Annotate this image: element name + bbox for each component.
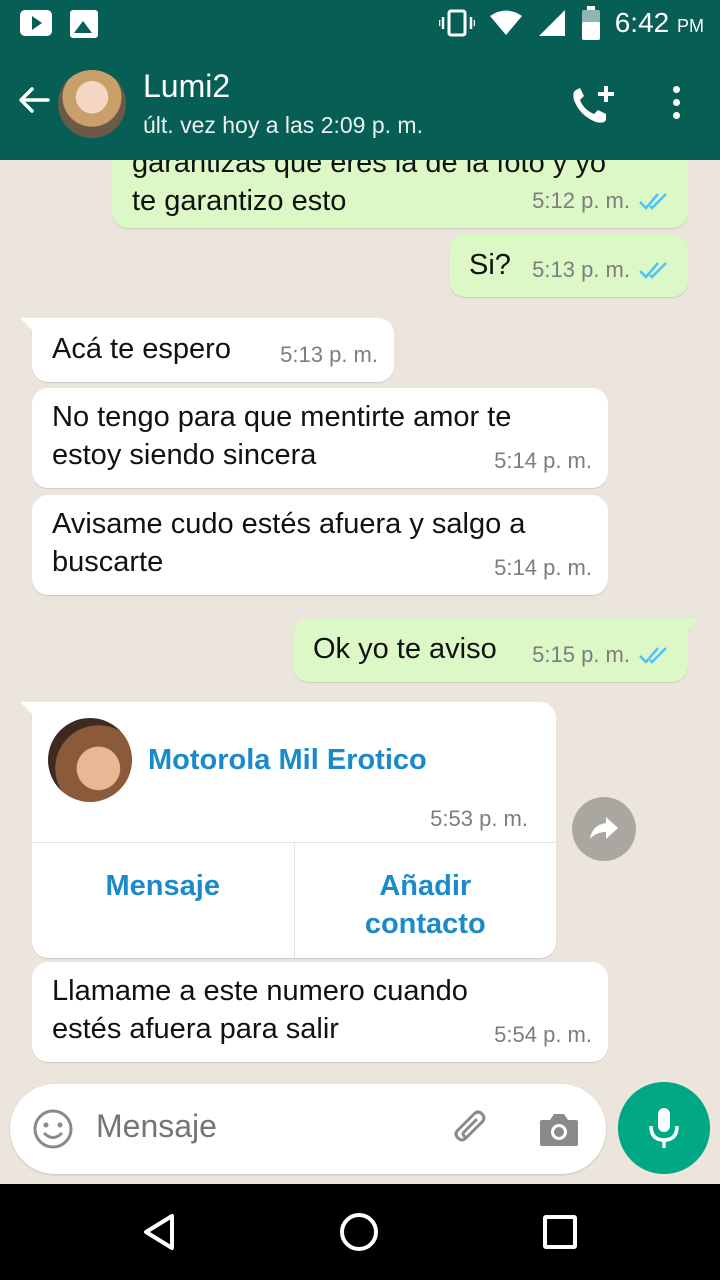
add-contact-label: Añadir <box>379 870 472 902</box>
contact-avatar[interactable] <box>58 70 126 138</box>
message-text: Acá te espero <box>52 333 231 365</box>
message-meta: 5:14 p. m. <box>494 442 592 480</box>
message-composer <box>10 1084 606 1174</box>
wifi-icon <box>489 10 522 35</box>
emoji-icon[interactable] <box>32 1108 74 1150</box>
message-text: Si? <box>469 249 511 281</box>
read-ticks-icon <box>639 262 667 279</box>
message-text-line: Avisame cudo estés afuera y salgo a <box>52 508 526 540</box>
notification-icons <box>20 10 98 38</box>
system-icons: 6:42 PM <box>438 6 704 40</box>
message-time: 5:12 p. m. <box>532 188 630 213</box>
attach-icon[interactable] <box>450 1108 494 1152</box>
incoming-message[interactable]: Acá te espero 5:13 p. m. <box>20 318 394 382</box>
message-meta: 5:15 p. m. <box>532 636 672 674</box>
message-text-line: estoy siendo sincera <box>52 439 317 471</box>
incoming-message[interactable]: Avisame cudo estés afuera y salgo a busc… <box>32 495 608 595</box>
message-time: 5:54 p. m. <box>494 1022 592 1047</box>
add-call-icon[interactable] <box>568 84 616 128</box>
message-meta: 5:13 p. m. <box>280 336 378 374</box>
nav-recents-icon[interactable] <box>543 1215 577 1249</box>
contact-card-actions: Mensaje Añadir contacto <box>32 842 556 958</box>
message-meta: 5:12 p. m. <box>532 182 672 220</box>
message-list[interactable]: garantizas que eres la de la foto y yo t… <box>0 160 720 1080</box>
incoming-message[interactable]: Llamame a este numero cuando estés afuer… <box>32 962 608 1062</box>
read-ticks-icon <box>639 193 667 210</box>
last-seen-status: últ. vez hoy a las 2:09 p. m. <box>143 112 423 138</box>
signal-icon <box>538 10 565 36</box>
message-meta: 5:13 p. m. <box>532 251 672 289</box>
more-vert-icon[interactable] <box>662 86 690 126</box>
shared-contact-name[interactable]: Motorola Mil Erotico <box>148 744 427 777</box>
message-text-line: estés afuera para salir <box>52 1013 339 1045</box>
add-contact-label: contacto <box>364 908 486 940</box>
outgoing-message[interactable]: garantizas que eres la de la foto y yo t… <box>112 160 688 228</box>
gallery-icon <box>70 10 98 38</box>
message-time: 5:14 p. m. <box>494 448 592 473</box>
message-text: Llamame a este numero cuando estés afuer… <box>52 972 468 1048</box>
message-time: 5:14 p. m. <box>494 555 592 580</box>
camera-icon[interactable] <box>538 1110 580 1148</box>
clock: 6:42 PM <box>614 7 704 38</box>
incoming-message[interactable]: No tengo para que mentirte amor te estoy… <box>32 388 608 488</box>
shared-contact-card[interactable]: Motorola Mil Erotico 5:53 p. m. Mensaje … <box>20 702 556 958</box>
message-meta: 5:14 p. m. <box>494 549 592 587</box>
youtube-icon <box>20 10 52 36</box>
outgoing-message[interactable]: Ok yo te aviso 5:15 p. m. <box>293 618 700 682</box>
message-text: No tengo para que mentirte amor te estoy… <box>52 398 511 474</box>
message-time: 5:53 p. m. <box>430 806 528 831</box>
battery-icon <box>581 6 600 40</box>
system-navigation-bar <box>0 1184 720 1280</box>
message-input[interactable] <box>96 1108 416 1145</box>
contact-name[interactable]: Lumi2 <box>143 68 230 105</box>
message-time: 5:13 p. m. <box>280 342 378 367</box>
shared-contact-avatar[interactable] <box>48 718 132 802</box>
message-time: 5:13 p. m. <box>532 257 630 282</box>
status-bar: 6:42 PM <box>0 0 720 50</box>
chat-header: Lumi2 últ. vez hoy a las 2:09 p. m. <box>0 50 720 160</box>
nav-home-icon[interactable] <box>340 1213 378 1251</box>
message-text: Ok yo te aviso <box>313 633 497 665</box>
message-text-line: Llamame a este numero cuando <box>52 975 468 1007</box>
message-text-line: buscarte <box>52 546 164 578</box>
message-meta: 5:54 p. m. <box>494 1016 592 1054</box>
message-text-line: garantizas que eres la de la foto y yo <box>132 160 606 179</box>
mic-icon[interactable] <box>618 1082 710 1174</box>
add-contact-button[interactable]: Añadir contacto <box>293 843 557 958</box>
message-text: Avisame cudo estés afuera y salgo a busc… <box>52 505 525 581</box>
forward-icon[interactable] <box>572 797 636 861</box>
read-ticks-icon <box>639 647 667 664</box>
message-contact-button[interactable]: Mensaje <box>32 843 294 958</box>
message-contact-label: Mensaje <box>105 870 220 902</box>
outgoing-message[interactable]: Si? 5:13 p. m. <box>449 234 688 297</box>
message-time: 5:15 p. m. <box>532 642 630 667</box>
vibrate-icon <box>438 9 475 37</box>
nav-back-icon[interactable] <box>140 1212 180 1252</box>
back-arrow-icon[interactable] <box>14 80 54 120</box>
message-text-line: No tengo para que mentirte amor te <box>52 401 512 433</box>
